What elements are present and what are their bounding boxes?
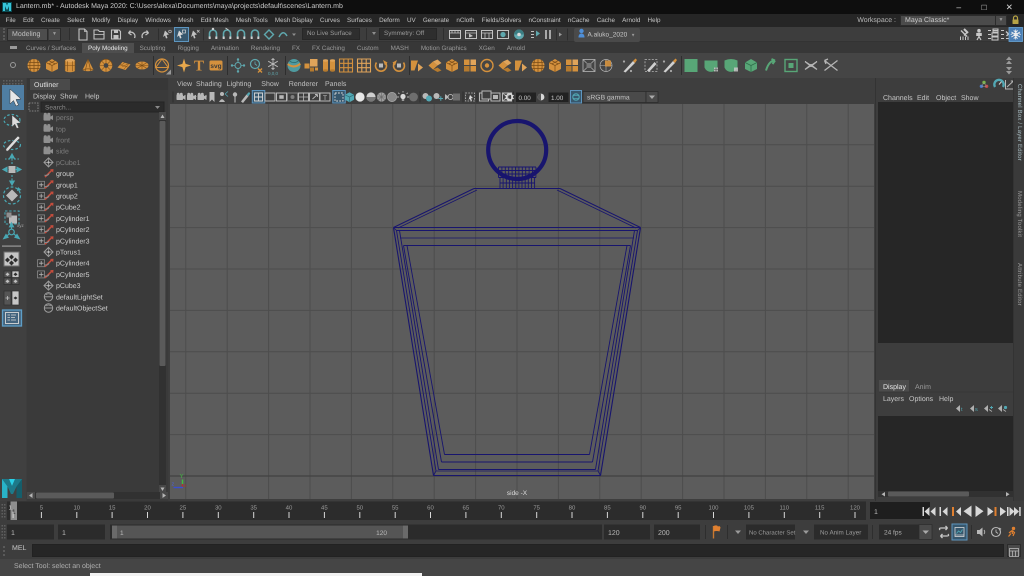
svg-text:T: T — [323, 95, 328, 102]
svg-text:defaultObjectSet: defaultObjectSet — [56, 305, 108, 313]
svg-text:svg: svg — [210, 63, 221, 70]
svg-text:No Character Set: No Character Set — [749, 530, 796, 537]
svg-text:Options: Options — [909, 395, 934, 403]
svg-text:70: 70 — [498, 505, 505, 512]
svg-text:95: 95 — [675, 505, 682, 512]
svg-text:65: 65 — [463, 505, 470, 512]
svg-text:20: 20 — [144, 505, 151, 512]
svg-text:Channels: Channels — [883, 94, 913, 102]
svg-text:55: 55 — [392, 505, 399, 512]
svg-text:Anim: Anim — [915, 383, 931, 391]
svg-text:pCylinder2: pCylinder2 — [56, 226, 90, 234]
svg-text:group2: group2 — [56, 194, 78, 201]
svg-text:10: 10 — [73, 505, 80, 512]
svg-text:45: 45 — [321, 505, 328, 512]
svg-text:120: 120 — [850, 505, 861, 512]
svg-text:top: top — [56, 126, 66, 133]
svg-text:z: z — [172, 482, 175, 488]
svg-text:80: 80 — [569, 505, 576, 512]
svg-text:sRGB gamma: sRGB gamma — [587, 95, 630, 102]
svg-text:Search...: Search... — [45, 105, 71, 112]
svg-text:110: 110 — [780, 505, 790, 512]
svg-text:90: 90 — [639, 505, 646, 512]
svg-text:s: s — [975, 407, 978, 413]
svg-text:pCube2: pCube2 — [56, 204, 81, 212]
svg-text:40: 40 — [286, 505, 293, 512]
svg-text:Outliner: Outliner — [34, 81, 59, 89]
svg-text:24 fps: 24 fps — [884, 530, 902, 537]
svg-text:Show: Show — [961, 94, 979, 102]
svg-text:15: 15 — [109, 505, 116, 512]
svg-text:85: 85 — [604, 505, 611, 512]
svg-text:30: 30 — [215, 505, 222, 512]
svg-text:Edit: Edit — [917, 94, 929, 102]
svg-text:pCylinder3: pCylinder3 — [56, 237, 90, 245]
svg-text:front: front — [56, 137, 70, 145]
svg-text:1: 1 — [62, 530, 66, 537]
svg-text:100: 100 — [708, 505, 719, 512]
svg-text:1: 1 — [874, 509, 878, 516]
svg-text:T: T — [194, 59, 204, 75]
svg-text:105: 105 — [744, 505, 755, 512]
svg-text:pCube1: pCube1 — [56, 159, 81, 167]
svg-text:Help: Help — [939, 395, 954, 403]
svg-text:1.00: 1.00 — [551, 95, 564, 102]
svg-text:group1: group1 — [56, 182, 78, 189]
svg-text:No Anim Layer: No Anim Layer — [820, 530, 861, 537]
svg-text:pCylinder1: pCylinder1 — [56, 215, 90, 223]
svg-text:Y: Y — [180, 473, 184, 480]
svg-text:0.00: 0.00 — [519, 95, 532, 102]
svg-text:200: 200 — [658, 530, 670, 537]
svg-text:side: side — [56, 148, 69, 156]
svg-text:Help: Help — [85, 93, 100, 101]
svg-text:defaultLightSet: defaultLightSet — [56, 293, 103, 301]
svg-text:120: 120 — [608, 530, 620, 537]
svg-text:Display: Display — [883, 383, 906, 391]
svg-text:group: group — [56, 171, 74, 178]
svg-text:60: 60 — [427, 505, 434, 512]
svg-text:pCylinder4: pCylinder4 — [56, 260, 90, 268]
svg-text:25: 25 — [180, 505, 187, 512]
svg-text:Show: Show — [60, 93, 78, 101]
svg-text:1: 1 — [11, 530, 15, 537]
svg-text:1: 1 — [120, 530, 124, 537]
svg-text:Display: Display — [33, 93, 56, 101]
svg-text:pCube3: pCube3 — [56, 282, 81, 290]
svg-text:side -X: side -X — [507, 490, 528, 497]
svg-text:35: 35 — [250, 505, 257, 512]
svg-text:120: 120 — [376, 530, 387, 537]
svg-text:Object: Object — [936, 94, 956, 102]
svg-text:pTorus1: pTorus1 — [56, 250, 81, 257]
svg-text:50: 50 — [356, 505, 363, 512]
svg-text:xyz: xyz — [17, 223, 25, 228]
svg-text:pCylinder5: pCylinder5 — [56, 271, 90, 279]
svg-text:115: 115 — [815, 505, 825, 512]
svg-text:75: 75 — [533, 505, 540, 512]
svg-text:persp: persp — [56, 115, 74, 122]
svg-text:0,0,0: 0,0,0 — [268, 71, 279, 76]
svg-text:Layers: Layers — [883, 396, 905, 403]
